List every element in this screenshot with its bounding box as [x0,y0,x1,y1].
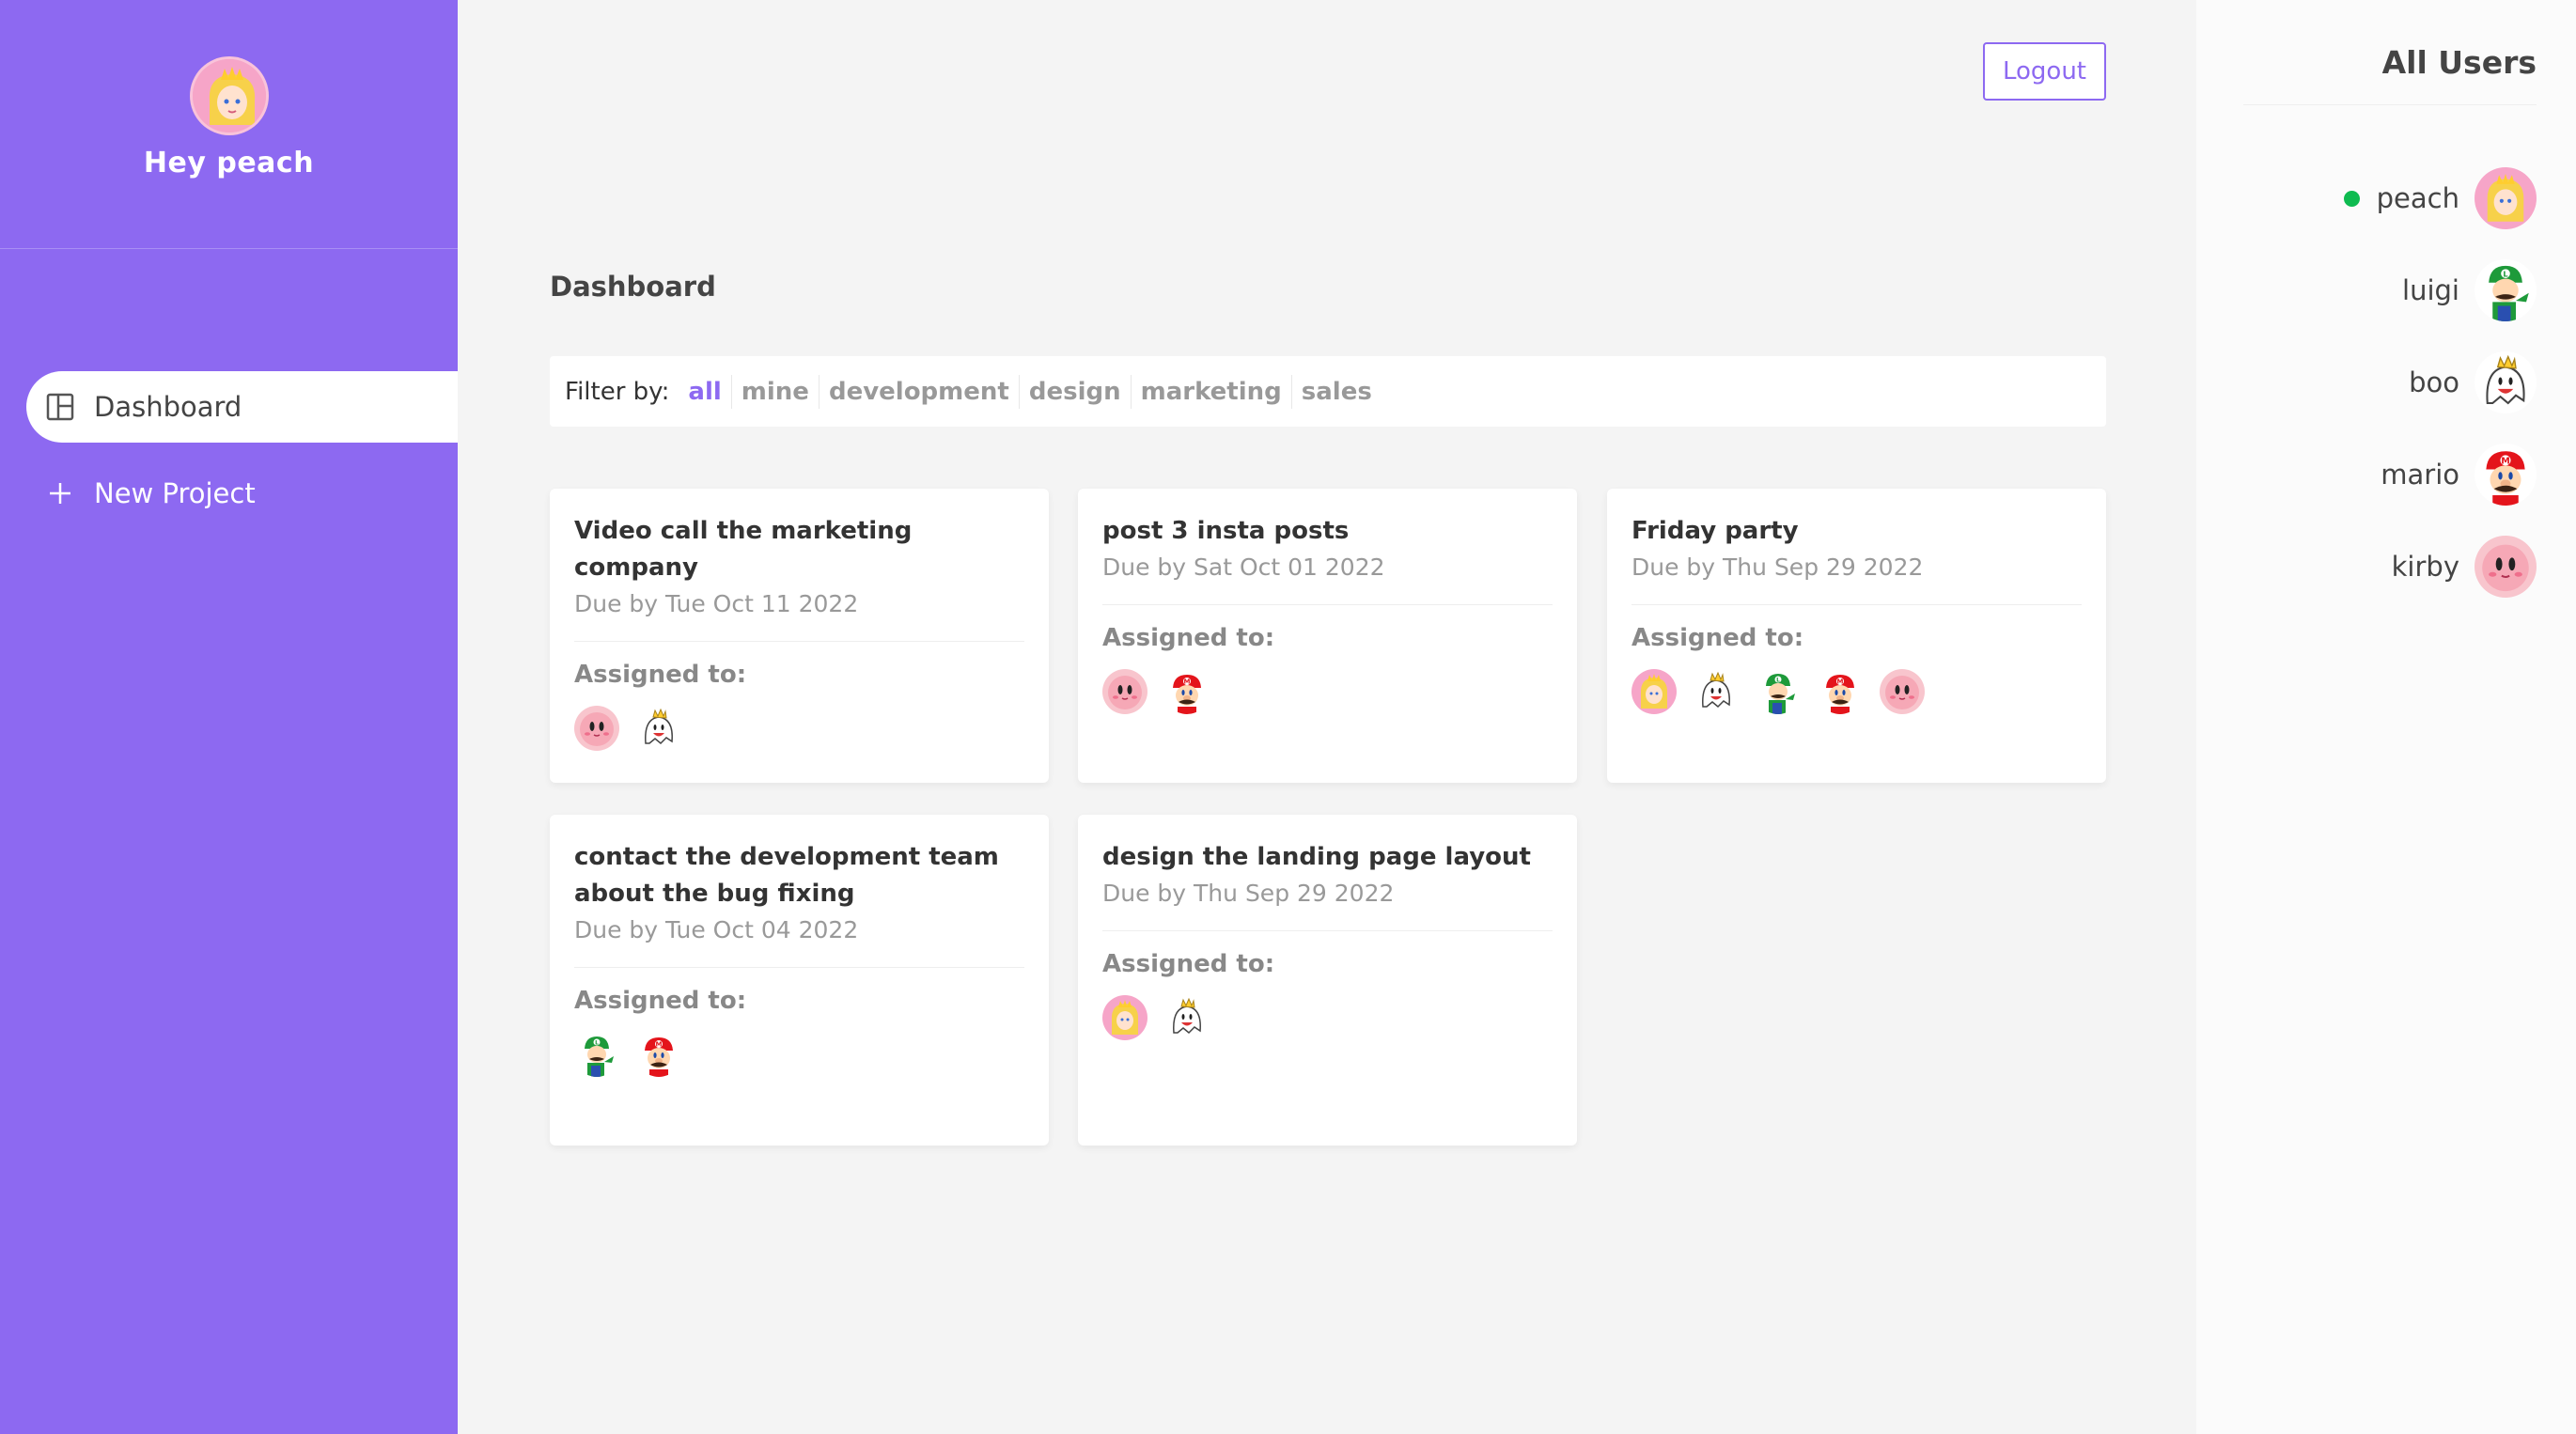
project-title: design the landing page layout [1102,843,1531,871]
page-title: Dashboard [550,271,716,303]
user-item-peach[interactable]: peach [2343,167,2537,229]
project-due-date: Due by Tue Oct 04 2022 [574,916,859,943]
svg-text:M: M [1184,678,1191,686]
filter-option-design[interactable]: design [1018,374,1131,409]
card-divider [574,641,1024,642]
avatar-boo [636,706,681,751]
project-card[interactable]: contact the development team about the b… [550,815,1049,1146]
project-due-date: Due by Tue Oct 11 2022 [574,590,859,617]
project-filter: Filter by: all mine development design m… [550,356,2106,427]
project-due-date: Due by Thu Sep 29 2022 [1102,880,1395,907]
online-status-dot [2343,190,2360,207]
project-due-date: Due by Thu Sep 29 2022 [1631,553,1924,581]
card-divider [1102,604,1553,605]
assigned-users: M [1102,669,1553,714]
filter-option-mine[interactable]: mine [730,374,819,409]
avatar-kirby [574,706,619,751]
current-user-avatar [189,56,269,135]
all-users-title: All Users [2381,44,2537,81]
project-due-date: Due by Sat Oct 01 2022 [1102,553,1385,581]
avatar-kirby [2475,536,2537,598]
svg-text:L: L [1776,678,1780,684]
user-item-kirby[interactable]: kirby [2392,536,2537,598]
users-divider [2243,104,2537,105]
card-divider [574,967,1024,968]
project-title: post 3 insta posts [1102,517,1350,545]
assigned-label: Assigned to: [1102,950,1275,978]
project-card[interactable]: post 3 insta posts Due by Sat Oct 01 202… [1078,489,1577,783]
assigned-label: Assigned to: [574,987,747,1015]
nav-item-dashboard[interactable]: Dashboard [26,371,458,443]
filter-label: Filter by: [565,377,670,406]
sidebar: Hey peach Dashboard New Project [0,0,458,1434]
assigned-label: Assigned to: [574,661,747,689]
nav-item-new-project[interactable]: New Project [26,458,458,529]
plus-icon [45,478,75,508]
avatar-peach [2475,167,2537,229]
avatar-peach [1102,995,1147,1040]
project-card[interactable]: design the landing page layout Due by Th… [1078,815,1577,1146]
all-users-panel: All Users peach luigi L boo mario M kirb… [2196,0,2576,1434]
avatar-luigi: L [574,1032,619,1077]
project-title: Friday party [1631,517,1799,545]
project-card[interactable]: Video call the marketing company Due by … [550,489,1049,783]
nav-item-label: New Project [94,477,256,509]
dashboard-icon [45,392,75,422]
filter-option-development[interactable]: development [818,374,1019,409]
avatar-mario: M [1164,669,1210,714]
avatar-boo [2475,351,2537,413]
user-greeting: Hey peach [143,147,315,179]
assigned-users [574,706,1024,751]
card-divider [1631,604,2082,605]
avatar-boo [1694,669,1739,714]
avatar-luigi: L [2475,259,2537,321]
assigned-users [1102,995,1553,1040]
assigned-label: Assigned to: [1631,624,1804,652]
user-name: luigi [2402,274,2459,306]
avatar-kirby [1102,669,1147,714]
assigned-users: L M [574,1032,1024,1077]
avatar-kirby [1880,669,1925,714]
assigned-label: Assigned to: [1102,624,1275,652]
current-user-block: Hey peach [0,0,458,249]
nav-item-label: Dashboard [94,391,242,423]
avatar-peach [1631,669,1677,714]
app-root: Hey peach Dashboard New Project Logout D… [0,0,2576,1434]
user-item-luigi[interactable]: luigi L [2402,259,2537,321]
filter-option-sales[interactable]: sales [1290,374,1382,409]
avatar-mario: M [636,1032,681,1077]
sidebar-nav: Dashboard New Project [0,371,458,529]
filter-option-marketing[interactable]: marketing [1130,374,1291,409]
project-title: contact the development team about the b… [574,843,999,908]
project-title: Video call the marketing company [574,517,913,582]
svg-text:M: M [2501,456,2510,466]
logout-button[interactable]: Logout [1983,42,2106,101]
user-item-boo[interactable]: boo [2409,351,2537,413]
svg-text:L: L [595,1040,599,1047]
card-divider [1102,930,1553,931]
project-card[interactable]: Friday party Due by Thu Sep 29 2022 Assi… [1607,489,2106,783]
filter-option-all[interactable]: all [679,375,730,409]
svg-text:M: M [1837,678,1844,686]
user-name: boo [2409,366,2459,398]
user-name: kirby [2391,551,2459,583]
avatar-mario: M [2475,444,2537,506]
avatar-luigi: L [1756,669,1801,714]
svg-text:L: L [2503,270,2508,279]
assigned-users: L M [1631,669,2082,714]
svg-text:M: M [656,1041,663,1049]
main-content: Logout Dashboard Filter by: all mine dev… [458,0,2196,1434]
user-name: mario [2381,459,2459,491]
user-item-mario[interactable]: mario M [2381,444,2537,506]
avatar-mario: M [1818,669,1863,714]
user-name: peach [2376,182,2459,214]
avatar-boo [1164,995,1210,1040]
